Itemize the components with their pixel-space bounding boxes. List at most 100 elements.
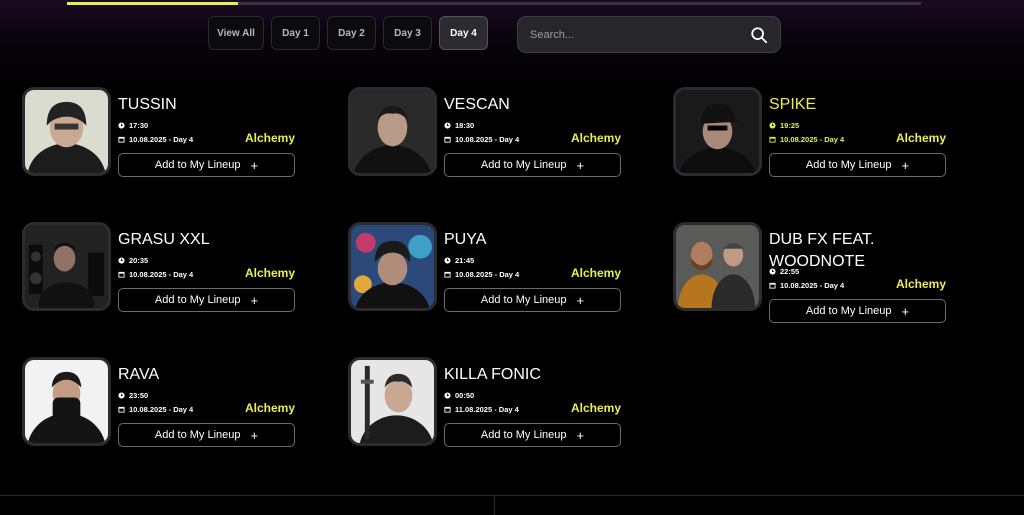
time-text: 17:30 — [129, 121, 149, 130]
time-text: 22:55 — [780, 267, 800, 276]
calendar-icon — [118, 406, 125, 413]
set-time: 18:30 — [444, 121, 474, 130]
time-text: 19:25 — [780, 121, 800, 130]
artist-name: RAVA — [118, 366, 160, 383]
add-to-lineup-button[interactable]: Add to My Lineup + — [769, 153, 946, 177]
footer-column-divider — [494, 495, 495, 515]
artist-card: VESCAN 18:30 10.08.2025 - Day 4 Alchemy … — [348, 87, 648, 182]
set-time: 23:50 — [118, 391, 148, 400]
clock-icon — [444, 257, 451, 264]
stage-name: Alchemy — [895, 131, 946, 145]
artist-card: GRASU XXL 20:35 10.08.2025 - Day 4 Alche… — [22, 222, 322, 317]
artist-photo — [673, 222, 762, 311]
set-time: 19:25 — [769, 121, 799, 130]
calendar-icon — [769, 136, 776, 143]
footer-divider — [0, 495, 1024, 496]
artist-name: VESCAN — [444, 96, 510, 113]
artist-photo — [22, 357, 111, 446]
artist-card: SPIKE 19:25 10.08.2025 - Day 4 Alchemy A… — [673, 87, 973, 182]
tab-day-2[interactable]: Day 2 — [327, 16, 376, 50]
artist-photo — [348, 87, 437, 176]
artist-photo — [22, 222, 111, 311]
calendar-icon — [444, 136, 451, 143]
date-text: 10.08.2025 - Day 4 — [780, 135, 845, 144]
scroll-progress-fill — [67, 2, 238, 5]
search-icon[interactable] — [750, 26, 768, 44]
tab-day-3[interactable]: Day 3 — [383, 16, 432, 50]
set-time: 17:30 — [118, 121, 148, 130]
add-button-label: Add to My Lineup — [805, 305, 892, 317]
stage-name: Alchemy — [895, 277, 946, 291]
artist-photo — [22, 87, 111, 176]
artist-card: DUB FX FEAT. WOODNOTE 22:55 10.08.2025 -… — [673, 222, 973, 328]
add-to-lineup-button[interactable]: Add to My Lineup + — [444, 153, 621, 177]
time-text: 00:50 — [455, 391, 475, 400]
calendar-icon — [444, 271, 451, 278]
plus-icon: + — [250, 292, 259, 308]
tab-day-4[interactable]: Day 4 — [439, 16, 488, 50]
calendar-icon — [769, 282, 776, 289]
plus-icon: + — [576, 157, 585, 173]
clock-icon — [118, 122, 125, 129]
stage-name: Alchemy — [244, 266, 295, 280]
clock-icon — [769, 122, 776, 129]
tab-day-1[interactable]: Day 1 — [271, 16, 320, 50]
time-text: 21:45 — [455, 256, 475, 265]
date-text: 11.08.2025 - Day 4 — [455, 405, 519, 414]
set-date: 10.08.2025 - Day 4 — [444, 270, 519, 279]
scroll-progress-track — [67, 2, 921, 5]
time-text: 23:50 — [129, 391, 149, 400]
calendar-icon — [118, 271, 125, 278]
day-tabs: View All Day 1 Day 2 Day 3 Day 4 — [208, 16, 488, 50]
stage-name: Alchemy — [570, 131, 621, 145]
set-time: 21:45 — [444, 256, 474, 265]
time-text: 18:30 — [455, 121, 475, 130]
stage-name: Alchemy — [570, 266, 621, 280]
add-to-lineup-button[interactable]: Add to My Lineup + — [769, 299, 946, 323]
date-text: 10.08.2025 - Day 4 — [455, 270, 520, 279]
artist-name: TUSSIN — [118, 96, 177, 113]
tab-view-all[interactable]: View All — [208, 16, 264, 50]
clock-icon — [444, 122, 451, 129]
artist-card: PUYA 21:45 10.08.2025 - Day 4 Alchemy Ad… — [348, 222, 648, 317]
clock-icon — [118, 392, 125, 399]
add-button-label: Add to My Lineup — [154, 294, 241, 306]
add-to-lineup-button[interactable]: Add to My Lineup + — [444, 423, 621, 447]
artist-photo — [348, 222, 437, 311]
stage-name: Alchemy — [244, 131, 295, 145]
clock-icon — [769, 268, 776, 275]
set-date: 10.08.2025 - Day 4 — [118, 270, 193, 279]
plus-icon: + — [250, 427, 259, 443]
clock-icon — [118, 257, 125, 264]
artist-name: KILLA FONIC — [444, 366, 541, 383]
date-text: 10.08.2025 - Day 4 — [780, 281, 845, 290]
add-to-lineup-button[interactable]: Add to My Lineup + — [118, 288, 295, 312]
artist-photo — [673, 87, 762, 176]
add-button-label: Add to My Lineup — [480, 294, 567, 306]
set-date: 10.08.2025 - Day 4 — [769, 135, 844, 144]
search-input[interactable] — [530, 28, 750, 41]
clock-icon — [444, 392, 451, 399]
stage-name: Alchemy — [570, 401, 621, 415]
add-to-lineup-button[interactable]: Add to My Lineup + — [118, 423, 295, 447]
artist-name: GRASU XXL — [118, 231, 210, 248]
add-to-lineup-button[interactable]: Add to My Lineup + — [118, 153, 295, 177]
set-time: 20:35 — [118, 256, 148, 265]
set-date: 10.08.2025 - Day 4 — [118, 405, 193, 414]
artist-name: PUYA — [444, 231, 487, 248]
plus-icon: + — [250, 157, 259, 173]
time-text: 20:35 — [129, 256, 149, 265]
set-date: 10.08.2025 - Day 4 — [444, 135, 519, 144]
date-text: 10.08.2025 - Day 4 — [129, 405, 194, 414]
stage-name: Alchemy — [244, 401, 295, 415]
set-time: 22:55 — [769, 267, 799, 276]
search-box — [517, 16, 781, 53]
date-text: 10.08.2025 - Day 4 — [455, 135, 520, 144]
add-button-label: Add to My Lineup — [154, 429, 241, 441]
date-text: 10.08.2025 - Day 4 — [129, 135, 194, 144]
artist-card: RAVA 23:50 10.08.2025 - Day 4 Alchemy Ad… — [22, 357, 322, 452]
date-text: 10.08.2025 - Day 4 — [129, 270, 194, 279]
add-to-lineup-button[interactable]: Add to My Lineup + — [444, 288, 621, 312]
add-button-label: Add to My Lineup — [154, 159, 241, 171]
plus-icon: + — [576, 427, 585, 443]
